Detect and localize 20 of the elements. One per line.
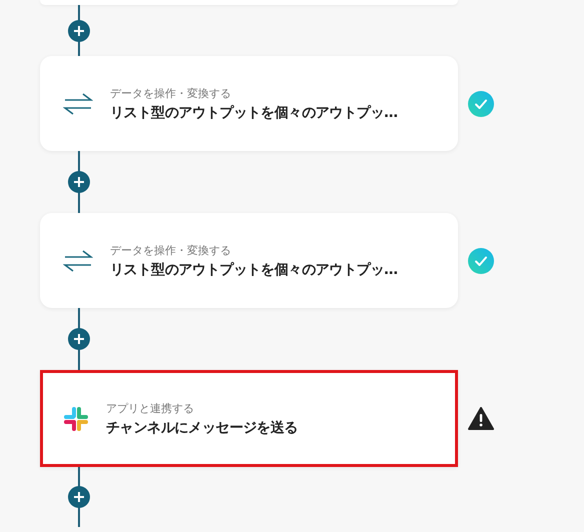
step-category: アプリと連携する [106, 400, 195, 416]
add-step-button[interactable] [68, 486, 90, 508]
plus-icon [74, 492, 84, 502]
add-step-button[interactable] [68, 20, 90, 42]
step-card[interactable]: データを操作・変換する リスト型のアウトプットを個々のアウトプッ… [40, 213, 458, 308]
step-category: データを操作・変換する [110, 86, 232, 100]
plus-icon [74, 26, 84, 36]
step-category: データを操作・変換する [110, 242, 232, 258]
step-title: リスト型のアウトプットを個々のアウトプッ… [110, 104, 398, 122]
swap-arrows-icon [63, 92, 93, 114]
add-step-button[interactable] [68, 328, 90, 350]
hashtag-logo-icon [63, 406, 89, 432]
add-step-button[interactable] [68, 171, 90, 193]
swap-arrows-icon [63, 250, 93, 272]
step-title: リスト型のアウトプットを個々のアウトプッ… [110, 260, 398, 278]
step-card[interactable]: アプリと連携する チャンネルにメッセージを送る [40, 370, 458, 467]
plus-icon [74, 334, 84, 344]
plus-icon [74, 177, 84, 187]
step-card[interactable]: データを操作・変換する リスト型のアウトプットを個々のアウトプッ… [40, 56, 458, 151]
step-title: チャンネルにメッセージを送る [106, 418, 298, 436]
